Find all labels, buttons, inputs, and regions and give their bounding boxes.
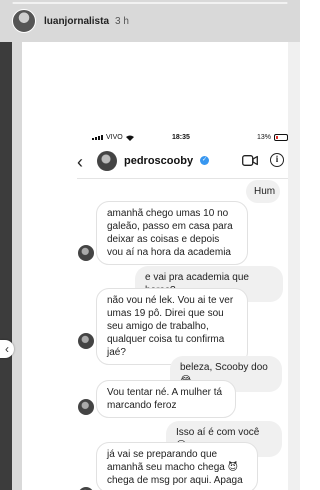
verified-badge-icon: ✓ (200, 156, 209, 165)
info-icon[interactable]: i (270, 153, 284, 167)
battery-percentage: 13% (257, 134, 272, 141)
carrier-name: VIVO (106, 134, 123, 141)
message-text: não vou né lek. Vou ai te ver umas 19 pô… (107, 295, 234, 358)
message-bubble-received: não vou né lek. Vou ai te ver umas 19 pô… (96, 288, 248, 365)
battery-icon (274, 134, 288, 141)
chat-screenshot: VIVO 18:35 13% ‹ pedroscooby ✓ i Hum ama… (22, 42, 288, 490)
signal-icon (92, 135, 103, 140)
previous-story-preview[interactable] (0, 42, 12, 490)
story-progress-fill (12, 2, 288, 4)
next-story-preview[interactable] (288, 42, 300, 490)
message-text: Hum (254, 186, 276, 197)
sender-avatar (78, 245, 94, 261)
phone-clock: 18:35 (172, 134, 190, 141)
chat-username[interactable]: pedroscooby (124, 155, 193, 167)
wifi-icon (125, 135, 134, 141)
message-text: Vou tentar né. A mulher tá marcando fero… (107, 387, 223, 411)
video-call-icon[interactable] (242, 155, 258, 166)
message-text: já vai se preparando que amanhã seu mach… (107, 449, 243, 486)
sender-avatar (78, 399, 94, 415)
back-icon[interactable]: ‹ (77, 152, 83, 173)
message-text: amanhã chego umas 10 no galeão, passo em… (107, 208, 233, 258)
message-bubble-sent: Hum (246, 180, 280, 203)
header-divider (77, 178, 288, 179)
story-viewer: luanjornalista 3 h VIVO 18:35 13% ‹ pedr… (0, 0, 300, 490)
story-username[interactable]: luanjornalista (44, 16, 109, 27)
message-bubble-received: amanhã chego umas 10 no galeão, passo em… (96, 201, 248, 265)
story-progress-bar (12, 2, 288, 4)
battery-indicator: 13% (257, 134, 288, 141)
message-bubble-received: já vai se preparando que amanhã seu mach… (96, 442, 258, 490)
story-timestamp: 3 h (115, 15, 129, 27)
phone-status-bar: VIVO 18:35 13% (22, 132, 288, 146)
chat-avatar[interactable] (97, 151, 117, 171)
story-avatar[interactable] (12, 9, 36, 33)
carrier-indicator: VIVO (92, 134, 134, 141)
story-header[interactable]: luanjornalista 3 h (12, 8, 129, 34)
chat-header: ‹ pedroscooby ✓ i (22, 148, 288, 178)
message-bubble-received: Vou tentar né. A mulher tá marcando fero… (96, 380, 236, 418)
sender-avatar (78, 333, 94, 349)
